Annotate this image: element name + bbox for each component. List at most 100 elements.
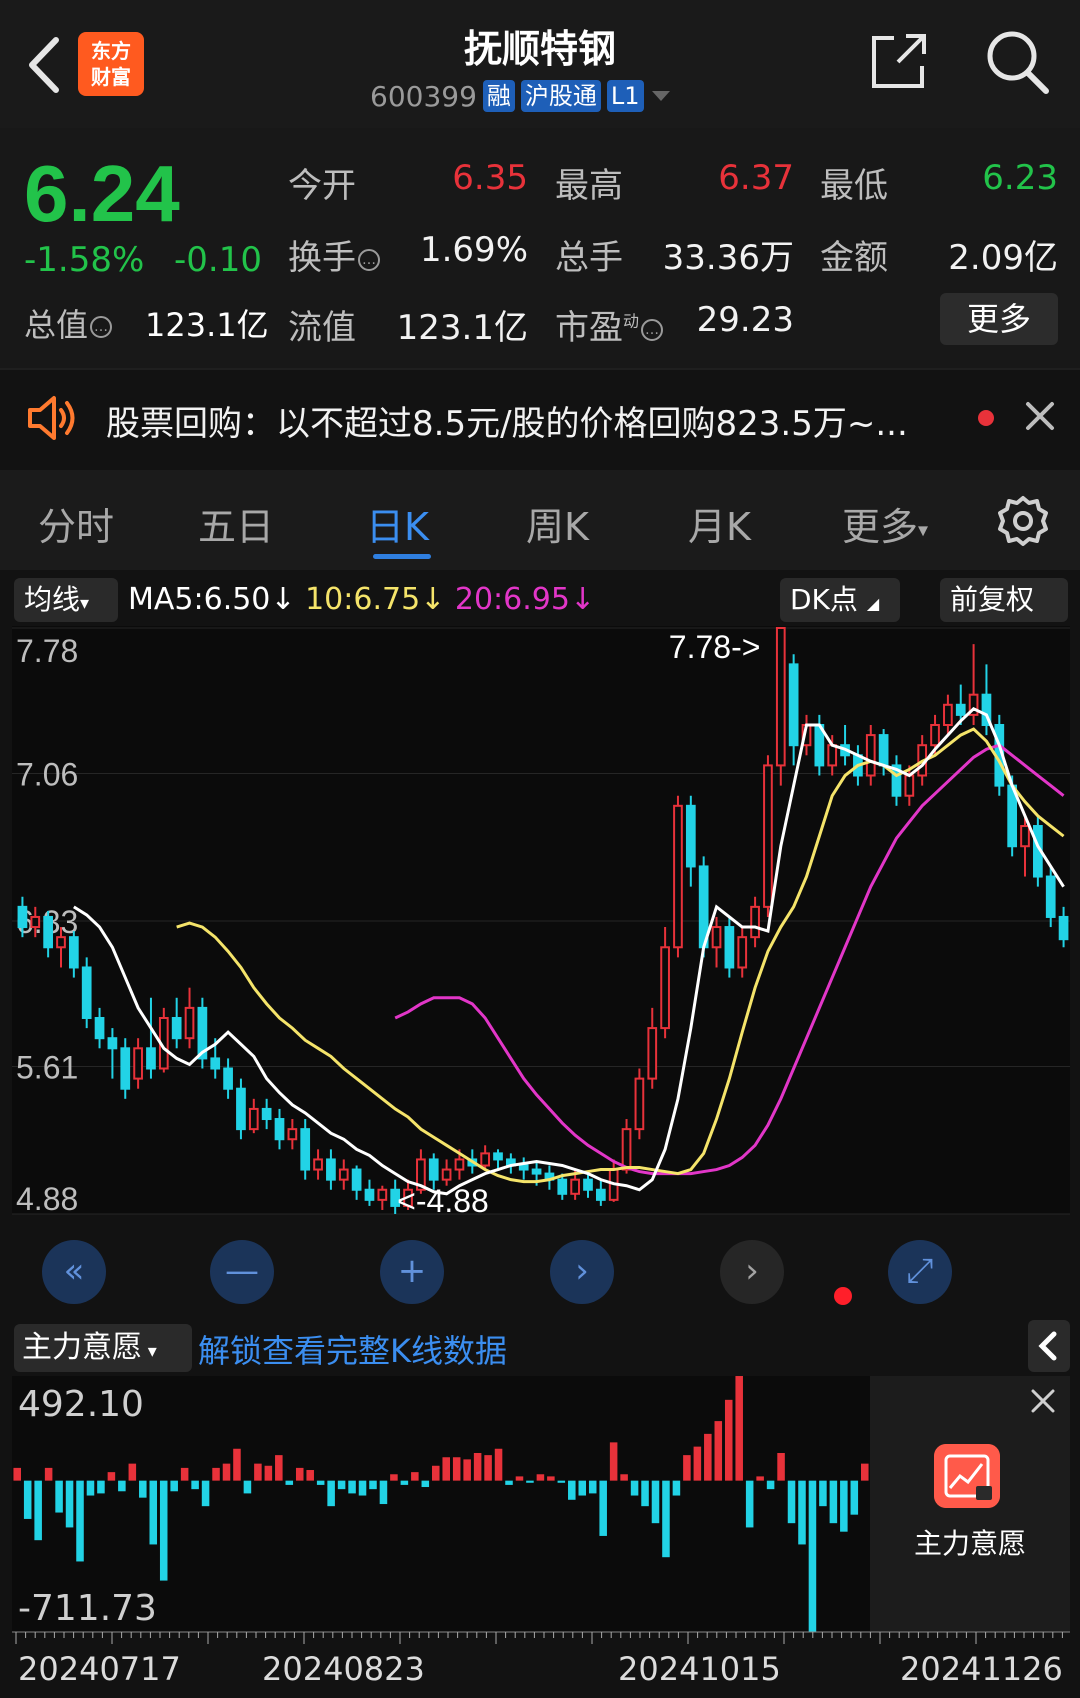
candle-body (531, 1168, 542, 1175)
flow-bar (724, 1399, 733, 1481)
stock-code-row[interactable]: 600399 融 沪股通 L1 (370, 78, 672, 114)
candle-body (660, 946, 670, 1030)
share-icon[interactable] (868, 30, 930, 92)
dk-point-button[interactable]: DK点 ◢ (780, 578, 900, 622)
flow-bar (13, 1467, 21, 1481)
flow-bar (65, 1480, 74, 1528)
flow-bar (348, 1480, 356, 1494)
unread-dot (978, 410, 994, 426)
candle-body (737, 936, 748, 969)
flow-bar (316, 1480, 325, 1485)
main-force-icon[interactable] (934, 1444, 1000, 1508)
flow-bar (662, 1480, 670, 1558)
indicator-selector[interactable]: 均线▾ (14, 578, 118, 622)
next-button[interactable]: › (720, 1240, 784, 1304)
flow-bar (306, 1470, 314, 1481)
more-button[interactable]: 更多 (940, 293, 1058, 345)
volume-value: 33.36万 (662, 238, 794, 278)
flow-bar (97, 1480, 105, 1494)
high-label: 最高 (555, 166, 623, 206)
flow-bar (264, 1465, 273, 1481)
max-price-marker: 7.78-> (669, 629, 761, 665)
adjust-button[interactable]: 前复权 (940, 578, 1068, 622)
flow-bar (798, 1480, 806, 1545)
close-icon[interactable] (1022, 398, 1058, 434)
date-label: 20241126 (900, 1650, 1063, 1688)
flow-bar (651, 1480, 660, 1524)
scroll-right-button[interactable]: › (550, 1240, 614, 1304)
candle-body (107, 1037, 118, 1050)
ma-legend: MA5:6.50↓ 10:6.75↓ 20:6.95↓ (128, 578, 595, 622)
y-tick-label: 7.78 (16, 633, 78, 669)
candle-body (43, 915, 53, 949)
flow-bar (128, 1463, 137, 1481)
candle-body (30, 915, 41, 929)
candle-body (236, 1087, 246, 1131)
indicator-pill[interactable]: 主力意愿 ▾ (14, 1324, 192, 1372)
scroll-left-button[interactable]: « (42, 1240, 106, 1304)
last-price: 6.24 (24, 149, 180, 238)
notice-text[interactable]: 股票回购：以不超过8.5元/股的价格回购823.5万~... (106, 396, 908, 445)
candle-body (647, 1027, 658, 1080)
candle-body (210, 1057, 221, 1070)
zoom-in-button[interactable]: + (380, 1240, 444, 1304)
flow-bar (463, 1459, 471, 1481)
unlock-link[interactable]: 解锁查看完整K线数据 (198, 1326, 507, 1372)
dropdown-triangle-icon[interactable] (650, 89, 672, 103)
flow-bar (693, 1446, 702, 1481)
close-icon[interactable] (1028, 1386, 1058, 1416)
flow-bar (630, 1480, 639, 1496)
search-icon[interactable] (984, 28, 1050, 96)
flow-bar (23, 1480, 32, 1519)
kline-chart[interactable]: 7.787.066.335.614.887.78-><-4.88 (12, 626, 1070, 1316)
candle-body (377, 1188, 388, 1201)
flow-bar (139, 1480, 147, 1498)
flow-bar (620, 1474, 628, 1481)
candle-body (146, 1047, 156, 1070)
candle-body (133, 1047, 143, 1080)
corner-triangle-icon: ◢ (866, 594, 880, 613)
dropdown-triangle-icon: ▾ (142, 1341, 157, 1362)
float-cap-label: 流值 (288, 308, 356, 348)
speaker-icon (28, 396, 75, 440)
flow-bar (452, 1457, 461, 1481)
zoom-out-button[interactable]: — (210, 1240, 274, 1304)
tab-intraday[interactable]: 分时 (38, 496, 114, 551)
flow-bar (432, 1465, 440, 1481)
tab-more[interactable]: 更多▾ (842, 496, 928, 551)
low-label: 最低 (820, 166, 888, 206)
candle-body (351, 1168, 362, 1191)
flow-bar (159, 1480, 168, 1581)
tab-monthly-k[interactable]: 月K (688, 496, 751, 551)
candle-body (248, 1107, 259, 1131)
gear-icon[interactable] (996, 494, 1050, 548)
y-tick-label: 5.61 (16, 1049, 78, 1085)
flow-bar (233, 1448, 241, 1481)
tab-weekly-k[interactable]: 周K (526, 496, 589, 551)
candle-body (184, 1006, 195, 1040)
candle-body (94, 1016, 105, 1040)
flow-bar (473, 1453, 482, 1481)
candle-body (274, 1118, 285, 1141)
amount-label: 金额 (820, 238, 888, 278)
tab-daily-k[interactable]: 日K (366, 496, 429, 551)
flow-bar (285, 1480, 294, 1485)
market-cap-label[interactable]: 总值… (24, 300, 113, 346)
change-amount: -0.10 (174, 240, 262, 280)
high-value: 6.37 (718, 158, 794, 198)
flow-bar (295, 1467, 304, 1481)
candle-body (775, 627, 786, 767)
fullscreen-button[interactable]: ⤢ (888, 1240, 952, 1304)
margin-tag: 融 (482, 80, 515, 112)
candle-body (261, 1107, 272, 1121)
tab-five-day[interactable]: 五日 (198, 496, 274, 551)
flow-bar (536, 1474, 545, 1481)
flow-bar (568, 1480, 576, 1500)
date-label: 20240823 (262, 1650, 425, 1688)
indicator-max-label: 492.10 (18, 1384, 144, 1425)
collapse-chevron-icon[interactable] (1028, 1320, 1070, 1372)
candle-body (750, 905, 760, 939)
turnover-label[interactable]: 换手… (288, 230, 380, 279)
candle-body (287, 1128, 298, 1141)
candle-body (428, 1158, 439, 1181)
